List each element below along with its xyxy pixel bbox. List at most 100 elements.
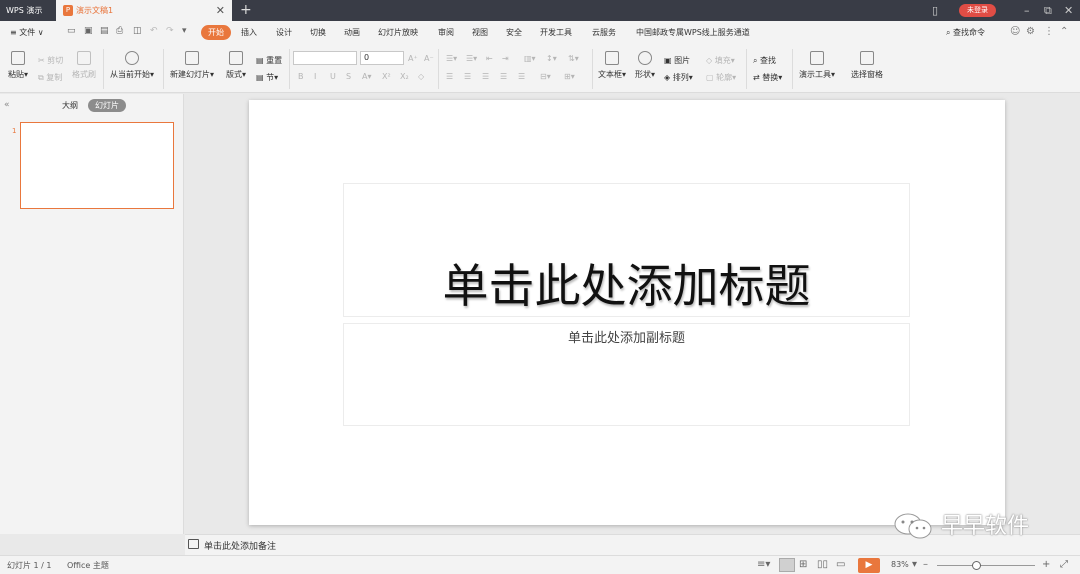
- app-tab[interactable]: WPS 演示: [0, 0, 56, 21]
- close-tab-icon[interactable]: ✕: [216, 0, 225, 21]
- clear-format-icon[interactable]: ◇: [418, 72, 424, 81]
- section-button[interactable]: ▤ 节▾: [256, 72, 278, 83]
- tab-review[interactable]: 审阅: [438, 27, 454, 38]
- tab-slideshow[interactable]: 幻灯片放映: [378, 27, 418, 38]
- font-color-icon[interactable]: A▾: [362, 72, 372, 81]
- login-button[interactable]: 未登录: [959, 4, 996, 17]
- tab-cloud-services[interactable]: 云服务: [592, 27, 616, 38]
- shadow-icon[interactable]: S: [346, 72, 351, 81]
- align-center-icon[interactable]: ☰: [464, 72, 471, 81]
- export-pdf-icon[interactable]: ▤: [100, 26, 109, 36]
- align-left-icon[interactable]: ☰: [446, 72, 453, 81]
- open-icon[interactable]: ▭: [67, 26, 76, 36]
- reading-view-icon[interactable]: ▯▯: [817, 559, 828, 570]
- tab-slides[interactable]: 幻灯片: [88, 99, 126, 112]
- save-icon[interactable]: ▣: [84, 26, 93, 36]
- bold-icon[interactable]: B: [298, 72, 304, 81]
- tab-insert[interactable]: 插入: [241, 27, 257, 38]
- presenter-view-icon[interactable]: ▭: [836, 559, 845, 570]
- slide-canvas[interactable]: 单击此处添加标题 单击此处添加副标题: [249, 100, 1005, 525]
- search-command[interactable]: ⌕ 查找命令: [946, 27, 985, 38]
- arrange-button[interactable]: ◈ 排列▾: [664, 72, 693, 83]
- tab-postal-service[interactable]: 中国邮政专属WPS线上服务通道: [636, 27, 750, 38]
- shrink-font-icon[interactable]: A⁻: [424, 54, 434, 63]
- cut-button[interactable]: ✂ 剪切: [38, 55, 63, 66]
- more-icon[interactable]: ⋮: [1044, 26, 1054, 37]
- justify-icon[interactable]: ☰: [500, 72, 507, 81]
- title-placeholder[interactable]: 单击此处添加标题: [343, 183, 910, 317]
- underline-icon[interactable]: U: [330, 72, 336, 81]
- collapse-ribbon-icon[interactable]: ⌃: [1060, 26, 1068, 37]
- columns-icon[interactable]: ▥▾: [524, 54, 536, 63]
- outline-button[interactable]: ▢ 轮廓▾: [706, 72, 736, 83]
- skin-icon[interactable]: ☺: [1010, 26, 1020, 37]
- italic-icon[interactable]: I: [314, 72, 316, 81]
- redo-icon[interactable]: ↷: [166, 26, 174, 36]
- copy-button[interactable]: ⧉ 复制: [38, 72, 62, 83]
- tab-animations[interactable]: 动画: [344, 27, 360, 38]
- settings-icon[interactable]: ⚙: [1026, 26, 1035, 37]
- tab-design[interactable]: 设计: [276, 27, 292, 38]
- font-size-select[interactable]: 0: [360, 51, 404, 65]
- tab-outline[interactable]: 大纲: [62, 100, 78, 111]
- preview-icon[interactable]: ◫: [133, 26, 142, 36]
- distribute-icon[interactable]: ☰: [518, 72, 525, 81]
- quick-access-more-icon[interactable]: ▾: [182, 26, 187, 36]
- zoom-slider-track[interactable]: [937, 565, 1035, 566]
- align-text-icon[interactable]: ⊟▾: [540, 72, 551, 81]
- print-icon[interactable]: ⎙: [116, 26, 123, 36]
- tab-transitions[interactable]: 切换: [310, 27, 326, 38]
- tab-view[interactable]: 视图: [472, 27, 488, 38]
- new-slide-button[interactable]: 新建幻灯片▾: [170, 51, 214, 80]
- undo-icon[interactable]: ↶: [150, 26, 158, 36]
- minimize-icon[interactable]: –: [1024, 0, 1030, 21]
- subscript-icon[interactable]: X₂: [400, 72, 409, 81]
- selection-pane-button[interactable]: 选择窗格: [851, 51, 883, 80]
- theme-name[interactable]: Office 主题: [67, 560, 109, 571]
- collapse-panel-icon[interactable]: «: [4, 100, 10, 110]
- slide-thumbnail[interactable]: [20, 122, 174, 209]
- find-button[interactable]: ⌕ 查找: [753, 55, 776, 66]
- layout-button[interactable]: 版式▾: [226, 51, 246, 80]
- picture-button[interactable]: ▣ 图片: [664, 55, 690, 66]
- shape-button[interactable]: 形状▾: [635, 51, 655, 80]
- font-family-select[interactable]: [293, 51, 357, 65]
- subtitle-placeholder[interactable]: 单击此处添加副标题: [343, 323, 910, 426]
- text-direction-icon[interactable]: ⇅▾: [568, 54, 579, 63]
- restore-icon[interactable]: ⧉: [1044, 0, 1052, 21]
- grow-font-icon[interactable]: A⁺: [408, 54, 418, 63]
- tab-home[interactable]: 开始: [201, 25, 231, 40]
- smart-art-icon[interactable]: ⊞▾: [564, 72, 575, 81]
- replace-button[interactable]: ⇄ 替换▾: [753, 72, 782, 83]
- line-spacing-icon[interactable]: ↕▾: [546, 54, 557, 63]
- increase-indent-icon[interactable]: ⇥: [502, 54, 509, 63]
- zoom-in-icon[interactable]: +: [1042, 559, 1050, 570]
- zoom-dropdown-icon[interactable]: ▾: [912, 559, 917, 570]
- bullets-icon[interactable]: ☰▾: [446, 54, 457, 63]
- superscript-icon[interactable]: X²: [382, 72, 391, 81]
- zoom-slider-handle[interactable]: [972, 561, 981, 570]
- numbering-icon[interactable]: ☰▾: [466, 54, 477, 63]
- zoom-out-icon[interactable]: –: [923, 559, 928, 570]
- align-right-icon[interactable]: ☰: [482, 72, 489, 81]
- tab-developer[interactable]: 开发工具: [540, 27, 572, 38]
- fill-button[interactable]: ◇ 填充▾: [706, 55, 735, 66]
- new-tab-button[interactable]: +: [240, 0, 252, 20]
- zoom-level[interactable]: 83%: [891, 560, 909, 569]
- slide-sorter-icon[interactable]: ⊞: [799, 559, 807, 570]
- reset-button[interactable]: ▤ 重置: [256, 55, 282, 66]
- file-menu[interactable]: ≡ 文件 ∨: [10, 27, 44, 38]
- textbox-button[interactable]: 文本框▾: [598, 51, 626, 80]
- fit-window-icon[interactable]: ⤢: [1060, 559, 1068, 570]
- sidebar-toggle-icon[interactable]: ▯: [932, 0, 938, 21]
- play-from-current-button[interactable]: 从当前开始▾: [110, 51, 154, 80]
- paste-button[interactable]: 粘贴▾: [8, 51, 28, 80]
- presenter-tools-button[interactable]: 演示工具▾: [799, 51, 835, 80]
- format-painter-button[interactable]: 格式刷: [72, 51, 96, 80]
- window-close-icon[interactable]: ✕: [1064, 0, 1073, 21]
- play-slideshow-button[interactable]: ▶: [858, 558, 880, 573]
- document-tab[interactable]: P 演示文稿1 ✕: [56, 0, 232, 21]
- notes-toggle-icon[interactable]: ≡▾: [757, 559, 770, 570]
- tab-security[interactable]: 安全: [506, 27, 522, 38]
- decrease-indent-icon[interactable]: ⇤: [486, 54, 493, 63]
